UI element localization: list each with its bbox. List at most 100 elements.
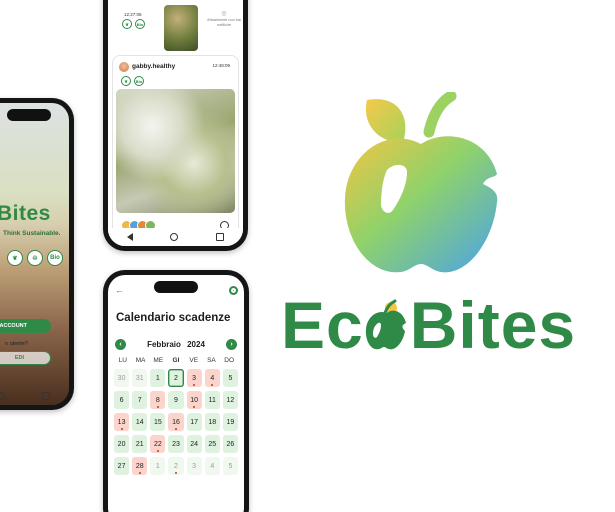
- phone-login: Bites Think Sustainable. ❦ ♲ Bio ACCOUNT…: [0, 98, 74, 410]
- recent-apps-icon[interactable]: [42, 392, 51, 400]
- day-number: 8: [155, 396, 160, 404]
- calendar-screen: ← Calendario scadenze ‹ Febbraio 2024 › …: [108, 275, 244, 512]
- day-number: 5: [228, 374, 233, 382]
- calendar-day[interactable]: 31: [132, 369, 148, 387]
- calendar-day[interactable]: 13: [114, 413, 130, 431]
- day-number: 9: [174, 396, 178, 404]
- month-selector: ‹ Febbraio 2024 ›: [115, 338, 237, 350]
- day-number: 2: [174, 462, 178, 470]
- calendar-topbar: ←: [108, 285, 244, 299]
- previous-post-image[interactable]: [164, 5, 198, 51]
- previous-post-time: 12:27:05: [124, 12, 142, 17]
- next-month-button[interactable]: ›: [226, 338, 237, 350]
- create-account-button[interactable]: ACCOUNT: [0, 319, 51, 333]
- back-icon[interactable]: [126, 233, 133, 241]
- weekday-label: ME: [153, 357, 164, 364]
- bio-badge: Bio: [134, 76, 144, 86]
- expiry-dot: [138, 471, 141, 474]
- day-number: 25: [208, 440, 217, 448]
- day-number: 23: [172, 440, 180, 448]
- expiry-dot: [193, 383, 196, 386]
- prev-month-button[interactable]: ‹: [115, 338, 126, 350]
- month-year: 2024: [187, 339, 205, 349]
- day-number: 21: [135, 440, 144, 448]
- post-username[interactable]: gabby.healthy: [132, 63, 175, 70]
- calendar-day[interactable]: 19: [222, 413, 238, 431]
- expiry-dot: [211, 383, 214, 386]
- calendar-day[interactable]: 11: [204, 391, 220, 409]
- calendar-day[interactable]: 30: [114, 369, 130, 387]
- calendar-day[interactable]: 4: [204, 457, 220, 475]
- notification-text: Attualmente non hai notifiche: [207, 18, 241, 27]
- notification-empty-text: ◎ Attualmente non hai notifiche: [206, 11, 242, 27]
- day-number: 10: [190, 396, 199, 404]
- calendar-day[interactable]: 8: [150, 391, 166, 409]
- home-icon[interactable]: [170, 233, 179, 241]
- post-card[interactable]: gabby.healthy 12:48:09 ❦ Bio: [113, 56, 238, 236]
- day-number: 31: [135, 374, 144, 382]
- calendar-day[interactable]: 25: [204, 435, 220, 453]
- back-arrow-icon[interactable]: ←: [115, 285, 124, 295]
- calendar-day[interactable]: 27: [114, 457, 130, 475]
- day-number: 1: [155, 462, 160, 470]
- calendar-day[interactable]: 24: [186, 435, 202, 453]
- avatar[interactable]: [119, 62, 129, 72]
- calendar-day[interactable]: 28: [132, 457, 148, 475]
- calendar-day[interactable]: 9: [168, 391, 184, 409]
- home-icon[interactable]: [0, 392, 5, 400]
- calendar-day[interactable]: 23: [168, 435, 184, 453]
- login-button[interactable]: EDI: [0, 351, 51, 365]
- day-number: 2: [174, 374, 178, 382]
- calendar-day[interactable]: 1: [150, 369, 166, 387]
- calendar-day[interactable]: 5: [222, 457, 238, 475]
- previous-post: 12:27:05 ❦ Bio ◎ Attualmente non hai not…: [112, 5, 242, 61]
- day-number: 18: [208, 418, 217, 426]
- day-number: 4: [210, 462, 215, 470]
- post-food-image[interactable]: [116, 89, 235, 213]
- calendar-day[interactable]: 3: [186, 457, 202, 475]
- calendar-day[interactable]: 22: [150, 435, 166, 453]
- weekday-label: MA: [135, 357, 146, 364]
- bio-badge: Bio: [47, 250, 63, 266]
- weekday-label: GI: [172, 357, 180, 364]
- gear-icon[interactable]: [229, 286, 238, 295]
- day-number: 6: [119, 396, 124, 404]
- calendar-day[interactable]: 17: [186, 413, 202, 431]
- login-question: n utente?: [5, 341, 28, 347]
- calendar-day[interactable]: 5: [222, 369, 238, 387]
- brand-name-left: Ec: [281, 288, 364, 362]
- calendar-day[interactable]: 3: [186, 369, 202, 387]
- feed-screen: 12:27:05 ❦ Bio ◎ Attualmente non hai not…: [108, 0, 243, 246]
- bell-icon: ◎: [221, 11, 227, 17]
- recent-apps-icon[interactable]: [216, 233, 225, 241]
- calendar-day[interactable]: 26: [222, 435, 238, 453]
- calendar-day[interactable]: 18: [204, 413, 220, 431]
- calendar-day[interactable]: 14: [132, 413, 148, 431]
- calendar-day[interactable]: 2: [168, 457, 184, 475]
- calendar-day[interactable]: 1: [150, 457, 166, 475]
- calendar-day[interactable]: 7: [132, 391, 148, 409]
- calendar-day[interactable]: 21: [132, 435, 148, 453]
- day-number: 13: [117, 418, 126, 426]
- calendar-day[interactable]: 10: [186, 391, 202, 409]
- login-tagline: Think Sustainable.: [3, 230, 61, 237]
- android-navbar: [0, 387, 69, 405]
- apple-logo-icon: [344, 92, 498, 273]
- calendar-day[interactable]: 6: [114, 391, 130, 409]
- calendar-day[interactable]: 12: [222, 391, 238, 409]
- login-badges: ❦ ♲ Bio: [7, 250, 63, 266]
- apple-o-icon: [365, 299, 406, 350]
- post-badges: ❦ Bio: [121, 76, 144, 86]
- calendar-day[interactable]: 20: [114, 435, 130, 453]
- brand-wordmark: Ec Bites: [281, 288, 576, 362]
- calendar-day[interactable]: 15: [150, 413, 166, 431]
- expiry-dot: [120, 427, 123, 430]
- calendar-day[interactable]: 16: [168, 413, 184, 431]
- calendar-day[interactable]: 2: [168, 369, 184, 387]
- calendar-grid: 30 31 1 2 3 4 5 6 7 8 9 10 11 12 13 14 15 16 17 18 19 20 21 22 2…: [114, 369, 238, 475]
- expiry-dot: [193, 405, 196, 408]
- phone-calendar: ← Calendario scadenze ‹ Febbraio 2024 › …: [103, 270, 249, 512]
- day-number: 3: [192, 462, 197, 470]
- calendar-day[interactable]: 4: [204, 369, 220, 387]
- leaf-icon: ❦: [7, 250, 23, 266]
